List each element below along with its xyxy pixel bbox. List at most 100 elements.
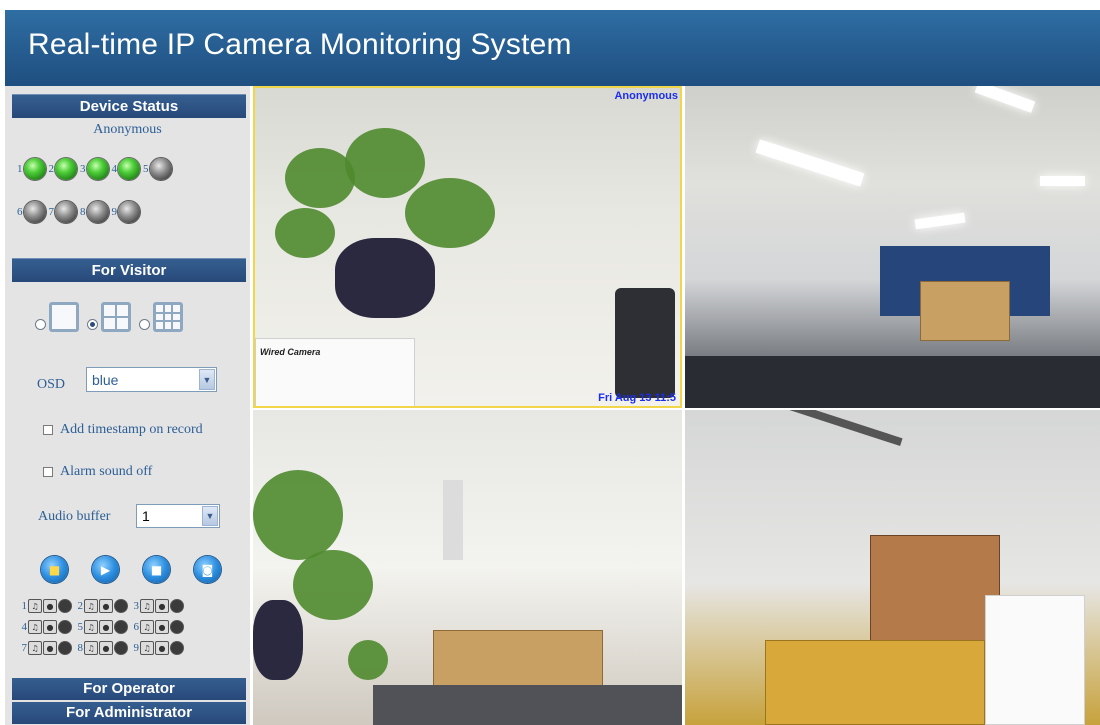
audio-icon[interactable]: ♫ [28, 641, 42, 655]
talk-icon[interactable]: ● [155, 620, 169, 634]
channel-4: 4 ♫ ● [19, 620, 73, 634]
for-administrator-header[interactable]: For Administrator [12, 702, 246, 724]
quad-view-icon[interactable] [101, 302, 131, 332]
camera-user-overlay: Anonymous [614, 90, 678, 102]
folder-icon[interactable]: ■ [41, 556, 68, 583]
timestamp-option[interactable]: Add timestamp on record [43, 422, 203, 438]
talk-icon[interactable]: ● [155, 599, 169, 613]
device-4[interactable]: 4 [111, 158, 140, 180]
audio-icon[interactable]: ♫ [28, 620, 42, 634]
channel-grid: 1 ♫ ● 2 ♫ ● 3 ♫ ● 4 ♫ ● 5 ♫ ● 6 ♫ ● 7 ♫ ● 8 ♫ ● 9 ♫ ● [19, 596, 187, 659]
osd-color-select[interactable]: blue ▼ [86, 367, 217, 392]
device-6[interactable]: 6 [17, 201, 46, 223]
device-status-header[interactable]: Device Status [12, 94, 246, 118]
alarm-option[interactable]: Alarm sound off [43, 464, 152, 480]
camera-view-4[interactable] [685, 410, 1100, 725]
snapshot-icon[interactable]: ◙ [194, 556, 221, 583]
sidebar: Device Status Anonymous 1 2 3 4 5 6 7 8 … [5, 86, 250, 725]
ceiling-vent [757, 410, 903, 446]
record-icon[interactable] [170, 599, 184, 613]
layout-4-radio[interactable] [87, 319, 98, 330]
channel-2: 2 ♫ ● [75, 599, 129, 613]
device-8[interactable]: 8 [80, 201, 109, 223]
channel-row: 4 ♫ ● 5 ♫ ● 6 ♫ ● [19, 617, 187, 637]
camera-view-1[interactable]: Wired Camera Anonymous Fri Aug 13 11:5 [253, 86, 682, 408]
channel-3: 3 ♫ ● [131, 599, 185, 613]
plant-pot [253, 600, 303, 680]
audio-buffer-label: Audio buffer [38, 509, 111, 524]
channel-number: 7 [21, 642, 28, 654]
talk-icon[interactable]: ● [99, 620, 113, 634]
play-icon[interactable]: ▶ [92, 556, 119, 583]
record-icon[interactable] [170, 641, 184, 655]
layout-9-option[interactable] [139, 302, 183, 332]
record-icon[interactable] [114, 641, 128, 655]
plant-pot [335, 238, 435, 318]
talk-icon[interactable]: ● [43, 641, 57, 655]
device-9[interactable]: 9 [112, 201, 140, 223]
device-3[interactable]: 3 [80, 158, 109, 180]
osd-label: OSD [37, 377, 66, 392]
device-1[interactable]: 1 [17, 158, 46, 180]
audio-icon[interactable]: ♫ [140, 599, 154, 613]
record-icon[interactable] [114, 599, 128, 613]
layout-1-option[interactable] [35, 302, 79, 332]
ceiling-light [1040, 176, 1085, 186]
stop-icon[interactable]: ■ [143, 556, 170, 583]
talk-icon[interactable]: ● [99, 599, 113, 613]
layout-1-radio[interactable] [35, 319, 46, 330]
single-view-icon[interactable] [49, 302, 79, 332]
device-online-icon [86, 158, 109, 180]
audio-icon[interactable]: ♫ [84, 641, 98, 655]
device-number: 1 [17, 163, 23, 175]
channel-number: 9 [133, 642, 140, 654]
for-visitor-header[interactable]: For Visitor [12, 258, 246, 282]
audio-icon[interactable]: ♫ [28, 599, 42, 613]
audio-buffer-select[interactable]: 1 ▼ [136, 504, 220, 528]
record-icon[interactable] [170, 620, 184, 634]
audio-icon[interactable]: ♫ [140, 641, 154, 655]
for-operator-header[interactable]: For Operator [12, 678, 246, 700]
audio-icon[interactable]: ♫ [84, 620, 98, 634]
device-number: 7 [48, 206, 55, 218]
ceiling-light [974, 86, 1036, 113]
channel-number: 8 [77, 642, 84, 654]
chevron-down-icon[interactable]: ▼ [199, 369, 215, 390]
device-number: 4 [111, 163, 118, 175]
talk-icon[interactable]: ● [43, 620, 57, 634]
device-number: 8 [80, 206, 86, 218]
layout-4-option[interactable] [87, 302, 131, 332]
device-offline-icon [118, 201, 140, 223]
camera-box-label: Wired Camera [260, 347, 321, 357]
device-5[interactable]: 5 [143, 158, 172, 180]
device-online-icon [23, 158, 46, 180]
alarm-sound-checkbox[interactable] [43, 467, 53, 477]
nine-view-icon[interactable] [153, 302, 183, 332]
audio-icon[interactable]: ♫ [84, 599, 98, 613]
cardboard-boxes [920, 281, 1010, 341]
channel-number: 4 [21, 621, 28, 633]
monitor-shape [615, 288, 675, 398]
chevron-down-icon[interactable]: ▼ [202, 506, 218, 526]
audio-icon[interactable]: ♫ [140, 620, 154, 634]
channel-number: 6 [133, 621, 140, 633]
camera-view-3[interactable] [253, 410, 682, 725]
record-icon[interactable] [58, 599, 72, 613]
timestamp-checkbox[interactable] [43, 425, 53, 435]
talk-icon[interactable]: ● [99, 641, 113, 655]
record-icon[interactable] [58, 620, 72, 634]
page-title: Real-time IP Camera Monitoring System [28, 28, 572, 61]
device-offline-icon [55, 201, 77, 223]
camera-view-2[interactable] [685, 86, 1100, 408]
header-banner: Real-time IP Camera Monitoring System [5, 10, 1100, 86]
record-icon[interactable] [58, 641, 72, 655]
device-offline-icon [149, 158, 172, 180]
layout-9-radio[interactable] [139, 319, 150, 330]
device-7[interactable]: 7 [48, 201, 77, 223]
device-2[interactable]: 2 [49, 158, 77, 180]
plant-leaves [345, 128, 425, 198]
record-icon[interactable] [114, 620, 128, 634]
talk-icon[interactable]: ● [43, 599, 57, 613]
talk-icon[interactable]: ● [155, 641, 169, 655]
current-user-label: Anonymous [93, 122, 162, 137]
